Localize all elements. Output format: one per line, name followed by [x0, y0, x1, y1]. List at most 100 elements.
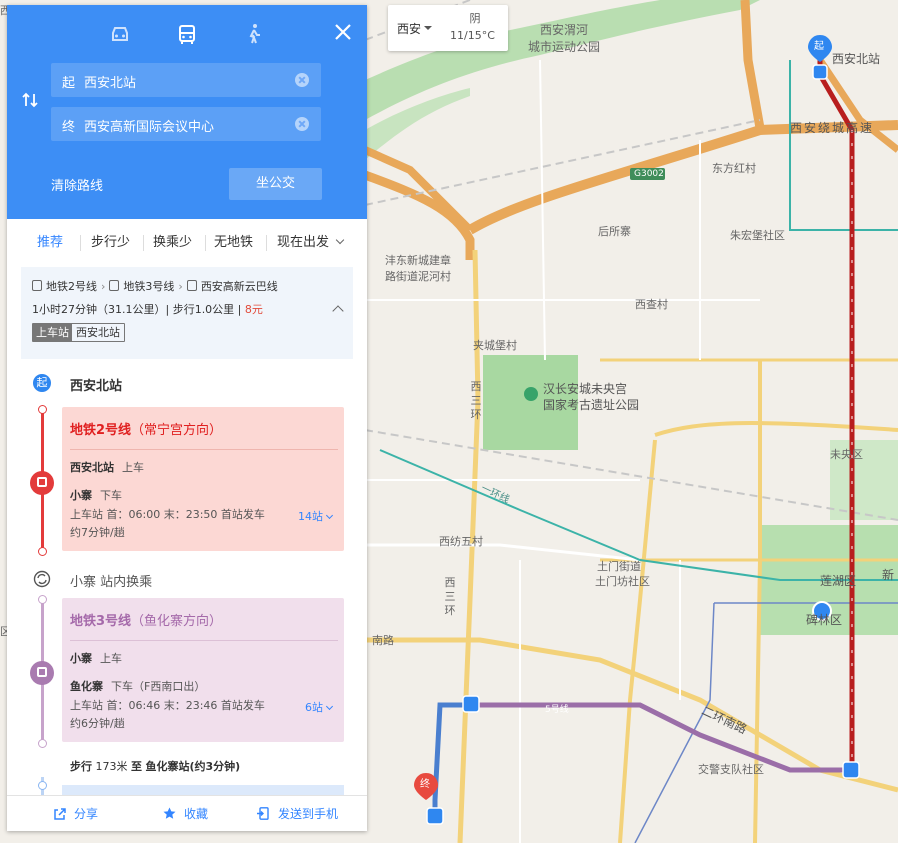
depart-time-dropdown[interactable]: 现在出发 [277, 229, 345, 257]
chevron-down-icon [325, 511, 334, 520]
walk-target: 鱼化寨站(约3分钟) [145, 760, 241, 773]
take-bus-button[interactable]: 坐公交 [229, 168, 322, 200]
board-label: 上车 [122, 461, 144, 474]
favorite-button[interactable]: 收藏 [163, 805, 208, 822]
route-steps: 起 西安北站 地铁2号线（常宁宫方向） 西安北站 上车 小寨 下车 上车站 首：06… [7, 365, 367, 797]
route-panel: 起 西安北站 终 西安高新国际会议中心 清除路线 坐公交 推荐 步行少 换乘少 … [7, 5, 367, 831]
subway-icon [186, 280, 197, 291]
pref-recommended[interactable]: 推荐 [37, 229, 63, 257]
subway-icon [109, 280, 120, 291]
chevron-up-icon[interactable] [332, 305, 344, 317]
pref-less-walking[interactable]: 步行少 [91, 229, 130, 257]
map-label: 未央区 [830, 448, 863, 461]
walk-row: 步行 173米 至 鱼化寨站(约3分钟) [70, 758, 240, 774]
start-field[interactable]: 起 西安北站 [51, 63, 321, 97]
board-row: 西安北站 上车 [70, 459, 144, 475]
share-label: 分享 [74, 807, 99, 821]
chevron-down-icon [325, 702, 334, 711]
stop-dot [38, 405, 47, 414]
start-marker: 起 [33, 374, 51, 392]
map-label: 西纺五村 [439, 535, 483, 548]
bus-icon[interactable] [175, 22, 199, 46]
map-label: 终 [420, 779, 430, 790]
send-label: 发送到手机 [278, 807, 339, 821]
segment-line3[interactable]: 地铁3号线（鱼化寨方向） 小寨 上车 鱼化寨 下车（F西南口出） 上车站 首：06:… [62, 598, 344, 742]
walk-to: 至 [131, 760, 142, 773]
map-label: 土门坊社区 [595, 575, 650, 588]
schedule: 上车站 首：06:46 末：23:46 首站发车 [70, 699, 265, 712]
divider [143, 235, 144, 251]
alight-label: 下车（F西南口出） [111, 680, 206, 693]
city-selector[interactable]: 西安 [397, 20, 421, 37]
chevron-down-icon [335, 235, 345, 245]
end-field[interactable]: 终 西安高新国际会议中心 [51, 107, 321, 141]
bottom-actions: 分享 收藏 发送到手机 [7, 795, 367, 831]
transfer-station: 小寨 [70, 575, 97, 590]
clear-end-icon[interactable] [295, 117, 309, 131]
depart-label: 现在出发 [277, 235, 330, 250]
walk-icon[interactable] [242, 22, 266, 46]
clear-start-icon[interactable] [295, 73, 309, 87]
stop-dot [38, 739, 47, 748]
stop-dot [38, 595, 47, 604]
start-input[interactable]: 西安北站 [84, 72, 136, 91]
map-label: 后所寨 [598, 225, 631, 238]
share-icon [54, 808, 66, 820]
board-row: 小寨 上车 [70, 650, 122, 666]
plan-stats: 1小时27分钟（31.1公里）| 步行1.0公里 | 8元 [32, 301, 263, 317]
alight-label: 下车 [100, 489, 122, 502]
car-icon[interactable] [108, 22, 132, 46]
close-icon[interactable] [332, 21, 354, 43]
weather-temp: 11/15°C [450, 29, 495, 42]
board-station: 西安北站 [70, 461, 114, 474]
pref-fewer-transfers[interactable]: 换乘少 [153, 229, 192, 257]
subway-icon [30, 471, 54, 495]
stop-dot [38, 781, 47, 790]
caret-down-icon[interactable] [424, 26, 432, 30]
stops-count: 14站 [298, 510, 323, 523]
stops-count: 6站 [305, 701, 323, 714]
map-label: 西三环 [470, 380, 482, 421]
plan-lines: 地铁2号线 › 地铁3号线 › 西安高新云巴线 [32, 278, 278, 294]
arrow-right-icon: › [178, 280, 183, 293]
segment-line2[interactable]: 地铁2号线（常宁宫方向） 西安北站 上车 小寨 下车 上车站 首：06:00 末：2… [62, 407, 344, 551]
transfer-row: 小寨 站内换乘 [70, 571, 152, 590]
map-label: 沣东新城建章 [385, 254, 451, 267]
board-key: 上车站 [33, 324, 72, 341]
segment-line-name: 地铁3号线（鱼化寨方向） [70, 610, 222, 629]
stops-toggle[interactable]: 6站 [305, 699, 334, 715]
divider [266, 235, 267, 251]
swap-icon[interactable] [21, 91, 39, 109]
stops-toggle[interactable]: 14站 [298, 508, 334, 524]
map-label: 南路 [372, 634, 394, 647]
schedule: 上车站 首：06:00 末：23:50 首站发车 [70, 508, 265, 521]
clear-route-link[interactable]: 清除路线 [51, 175, 103, 194]
interval: 约7分钟/趟 [70, 526, 125, 539]
line-direction: （常宁宫方向） [131, 423, 223, 438]
weather-widget[interactable]: 西安 阴 11/15°C [388, 5, 508, 51]
star-icon [163, 807, 176, 819]
map-label: 朱宏堡社区 [730, 229, 785, 242]
map-label: 夹城堡村 [473, 339, 517, 352]
route-plan-summary[interactable]: 地铁2号线 › 地铁3号线 › 西安高新云巴线 1小时27分钟（31.1公里）| 步行1… [21, 267, 353, 359]
stop-dot [38, 547, 47, 556]
line-label: 地铁3号线 [70, 614, 132, 629]
line-name: 西安高新云巴线 [200, 280, 278, 293]
subway-icon [32, 280, 42, 291]
route-preferences: 推荐 步行少 换乘少 无地铁 现在出发 [7, 229, 367, 257]
alight-row: 鱼化寨 下车（F西南口出） [70, 678, 205, 694]
map-label: 西安渭河 [540, 23, 589, 37]
board-label: 上车 [100, 652, 122, 665]
walk-distance: 173米 [95, 760, 128, 773]
pref-no-subway[interactable]: 无地铁 [214, 229, 253, 257]
segment-line-name: 地铁2号线（常宁宫方向） [70, 419, 222, 438]
transfer-label: 站内换乘 [100, 575, 153, 590]
end-tag: 终 [62, 120, 76, 135]
share-button[interactable]: 分享 [53, 805, 98, 822]
divider [80, 235, 81, 251]
plan-duration: 1小时27分钟（31.1公里）| 步行1.0公里 | [32, 303, 245, 316]
send-to-phone-button[interactable]: 发送到手机 [257, 805, 338, 822]
map-label: 西安绕城高速 [790, 121, 875, 135]
end-input[interactable]: 西安高新国际会议中心 [84, 116, 214, 135]
weather-condition: 阴 [469, 12, 481, 25]
